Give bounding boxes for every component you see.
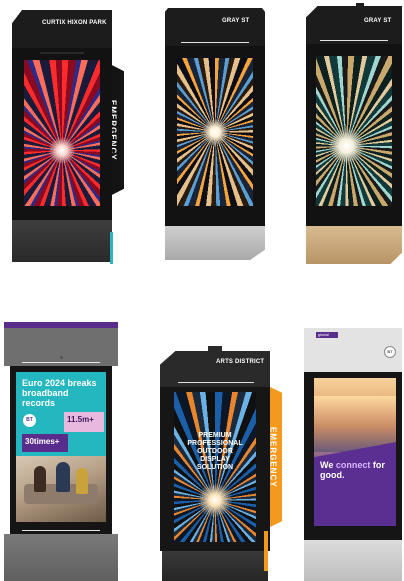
top-brand-label: global <box>318 332 329 337</box>
location-label: GRAY ST <box>222 18 250 24</box>
kiosk-arts-district: EMERGENCY ARTS DISTRICT PREMIUM PROFESSI… <box>160 346 284 581</box>
kiosk-bt-euro-2024: Euro 2024 breaks broadband records BT 11… <box>4 322 120 581</box>
camera-dot <box>60 356 63 359</box>
kiosk-header: GRAY ST <box>306 6 402 44</box>
kiosk-gray-st-champagne: GRAY ST <box>306 3 404 264</box>
location-label: ARTS DISTRICT <box>216 359 265 365</box>
bottom-slot <box>22 530 100 531</box>
stat-box-2: 30times+ <box>22 434 68 452</box>
card-slot <box>320 40 388 41</box>
bt-badge: BT <box>23 414 36 427</box>
kiosk-header: CURTIX HIXON PARK <box>12 10 112 48</box>
stat1-value: 11.5m+ <box>67 415 94 424</box>
photo-figure-3 <box>76 468 88 494</box>
card-slot <box>178 382 254 383</box>
ad-screen <box>177 58 253 206</box>
kiosk-base <box>304 540 402 581</box>
ad-headline: We connect for good. <box>320 460 394 480</box>
kiosk-base <box>306 226 402 264</box>
kiosk-base <box>165 226 265 260</box>
bt-badge: BT <box>384 346 396 358</box>
ad-screen <box>316 56 392 206</box>
card-slot <box>22 362 100 363</box>
base-accent-stripe <box>264 531 268 571</box>
bt-badge-label: BT <box>26 417 33 423</box>
stat2-value: 30times+ <box>25 437 60 446</box>
bt-badge-label: BT <box>387 349 393 354</box>
ad-headline-accent: connect <box>335 460 371 470</box>
ad-headline: PREMIUM PROFESSIONAL OUTDOOR DISPLAY SOL… <box>187 432 243 471</box>
kiosk-base <box>162 551 268 581</box>
location-label: CURTIX HIXON PARK <box>42 20 107 26</box>
kiosk-base <box>12 220 112 262</box>
top-sensor <box>356 3 364 7</box>
photo-figure-1 <box>34 466 46 492</box>
kiosk-curtix-hixon-park: EMERGENCY CURTIX HIXON PARK <box>12 10 124 264</box>
ad-headline-plain: We <box>320 460 336 470</box>
location-label: GRAY ST <box>364 18 392 24</box>
card-slot <box>40 52 84 54</box>
ad-purple-overlay <box>314 442 396 526</box>
kiosk-header: GRAY ST <box>165 8 265 46</box>
card-slot <box>181 42 249 43</box>
stat-box-1: 11.5m+ <box>64 412 104 432</box>
photo-figure-2 <box>56 462 70 492</box>
kiosk-header-panel <box>4 328 118 366</box>
kiosk-gray-st-silver: GRAY ST <box>165 8 267 260</box>
kiosk-base <box>4 534 118 581</box>
ad-photo <box>16 456 106 522</box>
top-sensor <box>208 346 222 351</box>
base-accent-stripe <box>110 232 113 264</box>
ad-headline: Euro 2024 breaks broadband records <box>22 378 97 408</box>
ad-screen <box>24 60 100 206</box>
ad-screen: We connect for good. <box>314 378 396 526</box>
top-brand-tag: global <box>316 332 338 338</box>
kiosk-we-connect-for-good: global BT We connect for good. <box>304 328 404 581</box>
ad-skyline <box>314 396 396 452</box>
ad-screen: PREMIUM PROFESSIONAL OUTDOOR DISPLAY SOL… <box>174 392 256 542</box>
ad-screen: Euro 2024 breaks broadband records BT 11… <box>16 372 106 522</box>
